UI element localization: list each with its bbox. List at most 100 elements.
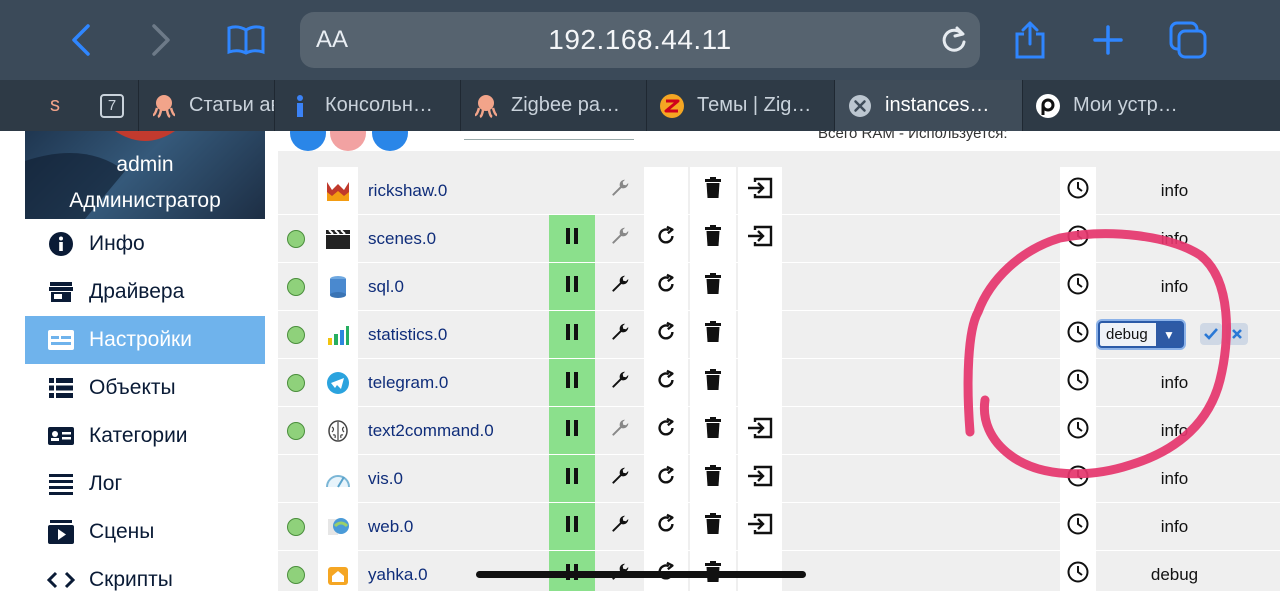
- open-link-button[interactable]: [738, 215, 782, 262]
- tabs-overview-icon[interactable]: [1168, 20, 1208, 60]
- log-level-value[interactable]: info: [1098, 263, 1251, 310]
- delete-button[interactable]: [690, 263, 736, 310]
- tab-count-badge[interactable]: 7: [86, 80, 138, 131]
- instance-name[interactable]: yahka.0: [368, 551, 428, 591]
- address-bar[interactable]: AA 192.168.44.11: [300, 12, 980, 68]
- schedule-button[interactable]: [1060, 551, 1096, 591]
- log-level-value[interactable]: info: [1098, 455, 1251, 502]
- sidebar-item-objects[interactable]: Объекты: [25, 364, 265, 412]
- delete-button[interactable]: [690, 167, 736, 214]
- log-level-value[interactable]: info: [1098, 503, 1251, 550]
- instance-name[interactable]: telegram.0: [368, 359, 448, 406]
- open-link-button[interactable]: [738, 263, 782, 310]
- schedule-button[interactable]: [1060, 263, 1096, 310]
- settings-wrench-button[interactable]: [598, 311, 642, 358]
- log-level-value[interactable]: info: [1098, 407, 1251, 454]
- restart-icon: [655, 513, 677, 540]
- instance-name[interactable]: rickshaw.0: [368, 167, 447, 214]
- restart-button[interactable]: [644, 167, 688, 214]
- log-level-select[interactable]: debug ▼: [1098, 321, 1184, 348]
- settings-wrench-button[interactable]: [598, 215, 642, 262]
- pause-button[interactable]: [549, 407, 595, 454]
- close-icon[interactable]: [847, 93, 873, 119]
- delete-button[interactable]: [690, 215, 736, 262]
- share-icon[interactable]: [1010, 20, 1050, 60]
- info-icon: [47, 230, 75, 258]
- restart-button[interactable]: [644, 407, 688, 454]
- sidebar-item-settings[interactable]: Настройки: [25, 316, 265, 364]
- toolbar-button-2[interactable]: [330, 131, 366, 151]
- settings-wrench-button[interactable]: [598, 359, 642, 406]
- instance-name[interactable]: vis.0: [368, 455, 403, 502]
- open-link-button[interactable]: [738, 455, 782, 502]
- tab-topics[interactable]: Темы | Zig…: [646, 80, 834, 131]
- schedule-button[interactable]: [1060, 407, 1096, 454]
- instance-name[interactable]: web.0: [368, 503, 413, 550]
- pause-button[interactable]: [549, 359, 595, 406]
- open-link-button[interactable]: [738, 311, 782, 358]
- cancel-button[interactable]: [1226, 323, 1248, 345]
- tab-articles[interactable]: Статьи ав: [138, 80, 274, 131]
- reload-icon[interactable]: [940, 24, 968, 61]
- settings-wrench-button[interactable]: [598, 263, 642, 310]
- schedule-button[interactable]: [1060, 215, 1096, 262]
- log-level-value[interactable]: info: [1098, 215, 1251, 262]
- schedule-button[interactable]: [1060, 503, 1096, 550]
- delete-button[interactable]: [690, 455, 736, 502]
- open-link-button[interactable]: [738, 167, 782, 214]
- restart-button[interactable]: [644, 359, 688, 406]
- pause-button[interactable]: [549, 263, 595, 310]
- sidebar-item-scenes[interactable]: Сцены: [25, 508, 265, 556]
- restart-button[interactable]: [644, 215, 688, 262]
- schedule-button[interactable]: [1060, 359, 1096, 406]
- bookmarks-icon[interactable]: [226, 20, 266, 60]
- new-tab-icon[interactable]: [1088, 20, 1128, 60]
- tab-my-devices[interactable]: Мои устр…: [1022, 80, 1280, 131]
- schedule-button[interactable]: [1060, 311, 1096, 358]
- log-level-value[interactable]: info: [1098, 167, 1251, 214]
- instance-name[interactable]: sql.0: [368, 263, 404, 310]
- tab-console[interactable]: Консольн…: [274, 80, 460, 131]
- delete-button[interactable]: [690, 311, 736, 358]
- trash-icon: [704, 177, 722, 204]
- forward-icon[interactable]: [140, 20, 180, 60]
- sidebar-item-info[interactable]: Инфо: [25, 220, 265, 268]
- restart-button[interactable]: [644, 503, 688, 550]
- log-level-value[interactable]: info: [1098, 359, 1251, 406]
- sidebar-item-categories[interactable]: Категории: [25, 412, 265, 460]
- restart-button[interactable]: [644, 263, 688, 310]
- pause-button[interactable]: [549, 215, 595, 262]
- instance-name[interactable]: statistics.0: [368, 311, 447, 358]
- settings-wrench-button[interactable]: [598, 167, 642, 214]
- sidebar-item-log[interactable]: Лог: [25, 460, 265, 508]
- tab-zigbee[interactable]: Zigbee ра…: [460, 80, 646, 131]
- pause-button[interactable]: [549, 311, 595, 358]
- pause-button[interactable]: [549, 455, 595, 502]
- sidebar-item-scripts[interactable]: Скрипты: [25, 556, 265, 591]
- restart-button[interactable]: [644, 311, 688, 358]
- pause-button[interactable]: [549, 503, 595, 550]
- restart-button[interactable]: [644, 455, 688, 502]
- instance-name[interactable]: text2command.0: [368, 407, 494, 454]
- settings-wrench-button[interactable]: [598, 503, 642, 550]
- delete-button[interactable]: [690, 503, 736, 550]
- log-level-value[interactable]: debug: [1098, 551, 1251, 591]
- delete-button[interactable]: [690, 407, 736, 454]
- tab-instances[interactable]: instances…: [834, 80, 1022, 131]
- settings-wrench-button[interactable]: [598, 407, 642, 454]
- toolbar-button-1[interactable]: [290, 131, 326, 151]
- confirm-button[interactable]: [1200, 323, 1222, 345]
- open-link-button[interactable]: [738, 359, 782, 406]
- settings-wrench-button[interactable]: [598, 455, 642, 502]
- delete-button[interactable]: [690, 359, 736, 406]
- sidebar-item-drivers[interactable]: Драйвера: [25, 268, 265, 316]
- tab-partial[interactable]: s: [28, 80, 86, 131]
- schedule-button[interactable]: [1060, 167, 1096, 214]
- schedule-button[interactable]: [1060, 455, 1096, 502]
- filter-field-underline[interactable]: [464, 139, 634, 140]
- toolbar-button-3[interactable]: [372, 131, 408, 151]
- back-icon[interactable]: [62, 20, 102, 60]
- open-link-button[interactable]: [738, 407, 782, 454]
- open-link-button[interactable]: [738, 503, 782, 550]
- instance-name[interactable]: scenes.0: [368, 215, 436, 262]
